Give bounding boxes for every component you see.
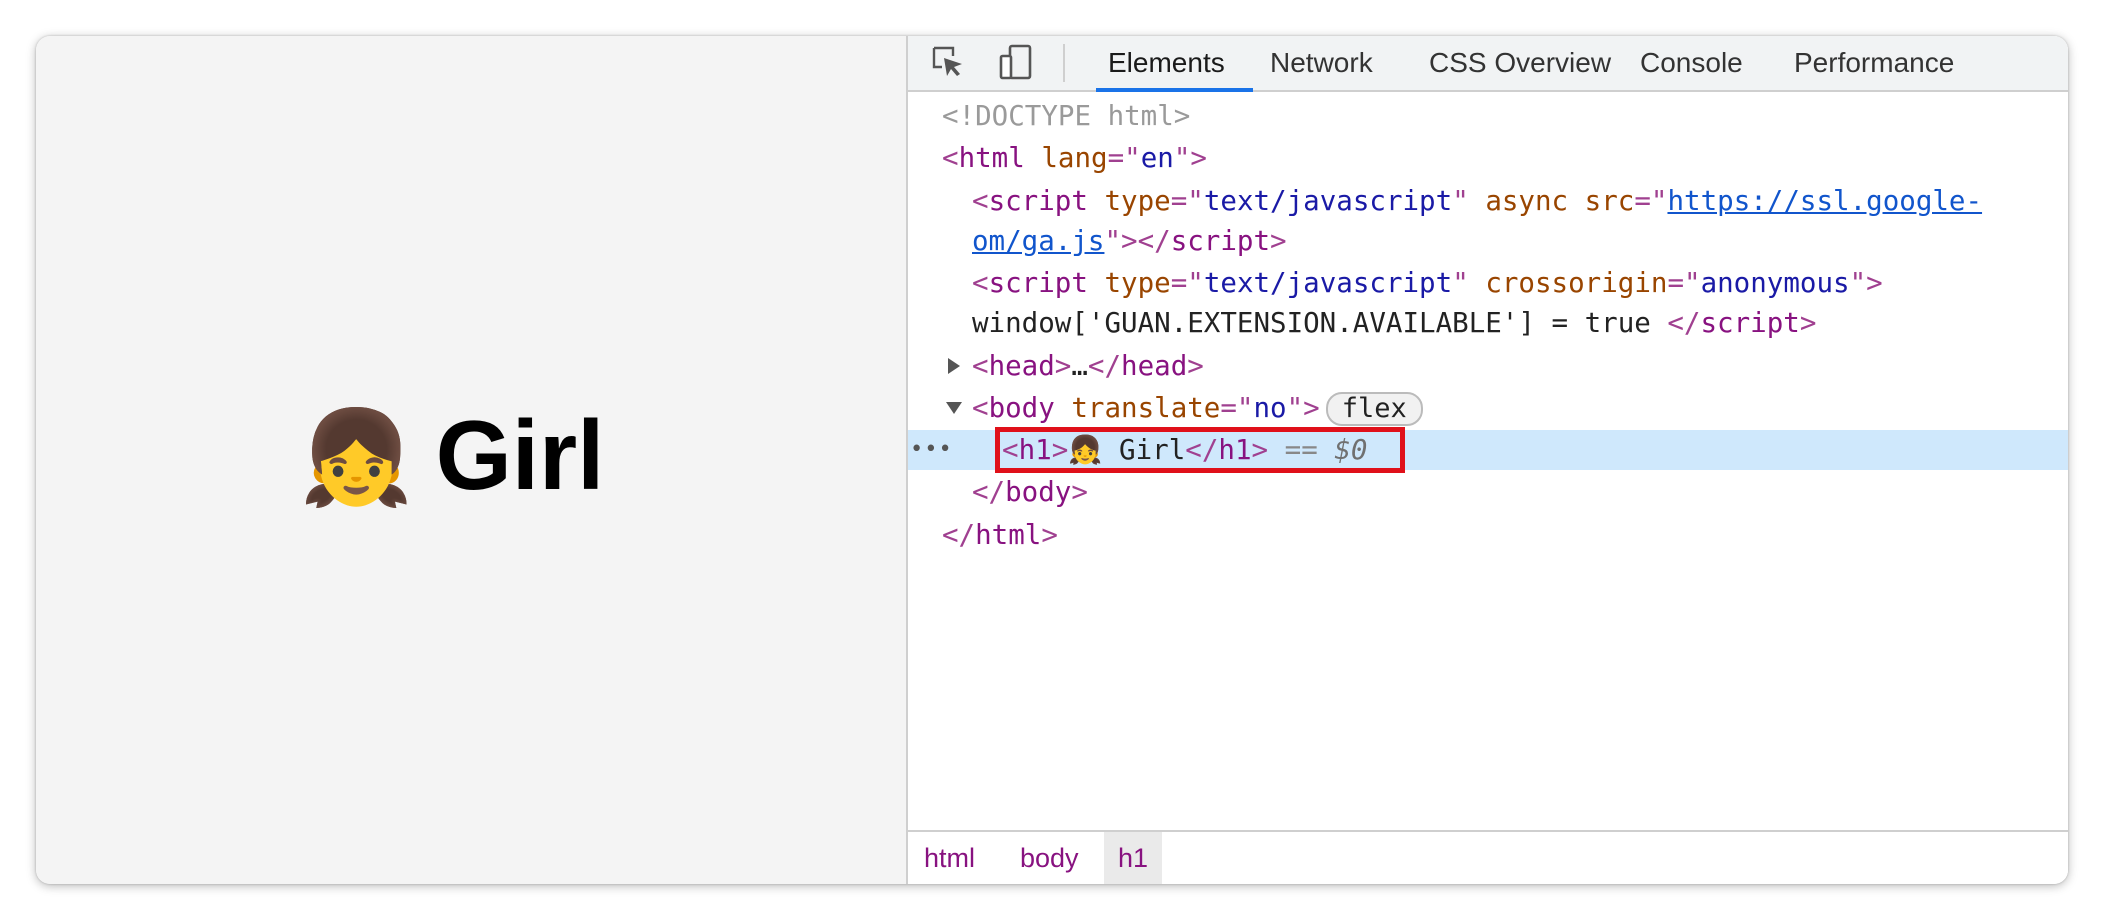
more-options-icon[interactable]: ••• (910, 430, 953, 470)
dom-node-body[interactable]: <body translate="no"> flex (908, 388, 2068, 428)
app-window: 👧 Girl Elements Network CSS Overview Con… (36, 36, 2068, 884)
dom-node-h1-selected[interactable]: ••• <h1>👧 Girl</h1> == $0 (908, 427, 2068, 473)
page-viewport: 👧 Girl (36, 36, 906, 884)
dom-node-script-inline[interactable]: <script type="text/javascript" crossorig… (908, 263, 2068, 303)
breadcrumb-body[interactable]: body (1006, 832, 1093, 884)
collapse-triangle-icon[interactable] (946, 402, 962, 414)
dom-node-script-inline-text: window['GUAN.EXTENSION.AVAILABLE'] = tru… (972, 307, 1817, 339)
dom-node-html[interactable]: <html lang="en"> (908, 138, 2068, 178)
flex-badge[interactable]: flex (1325, 392, 1423, 426)
dom-node-html-close[interactable]: </html> (908, 515, 2068, 555)
tab-elements[interactable]: Elements (1096, 36, 1253, 92)
inspect-element-icon[interactable] (928, 42, 968, 82)
dom-node-doctype[interactable]: <!DOCTYPE html> (908, 96, 2068, 136)
tab-console[interactable]: Console (1640, 36, 1743, 90)
breadcrumb-html[interactable]: html (910, 832, 989, 884)
devtools-tabbar: Elements Network CSS Overview Console Pe… (908, 36, 2068, 92)
expand-triangle-icon[interactable] (948, 358, 960, 374)
tab-css-overview[interactable]: CSS Overview (1429, 36, 1611, 90)
dom-node-head[interactable]: <head>…</head> (908, 346, 2068, 386)
dom-tree: <!DOCTYPE html> <html lang="en"> <script… (908, 92, 2068, 862)
dom-node-script-ga-cont: om/ga.js"></script> (972, 225, 1287, 257)
dom-node-body-close[interactable]: </body> (908, 472, 2068, 512)
girl-emoji: 👧 (299, 407, 414, 509)
breadcrumb-h1[interactable]: h1 (1104, 832, 1163, 884)
breadcrumb: html body h1 (908, 830, 2068, 884)
device-toolbar-icon[interactable] (996, 42, 1036, 82)
tab-performance[interactable]: Performance (1794, 36, 1954, 90)
devtools-panel: Elements Network CSS Overview Console Pe… (906, 36, 2068, 884)
page-heading-text: Girl (435, 400, 605, 510)
script-src-link-cont[interactable]: om/ga.js (972, 225, 1104, 257)
dom-node-script-ga[interactable]: <script type="text/javascript" async src… (908, 181, 2068, 221)
page-heading: 👧 Girl (299, 406, 604, 504)
script-src-link[interactable]: https://ssl.google- (1667, 185, 1982, 217)
tab-network[interactable]: Network (1270, 36, 1373, 90)
toolbar-divider (1063, 44, 1065, 82)
